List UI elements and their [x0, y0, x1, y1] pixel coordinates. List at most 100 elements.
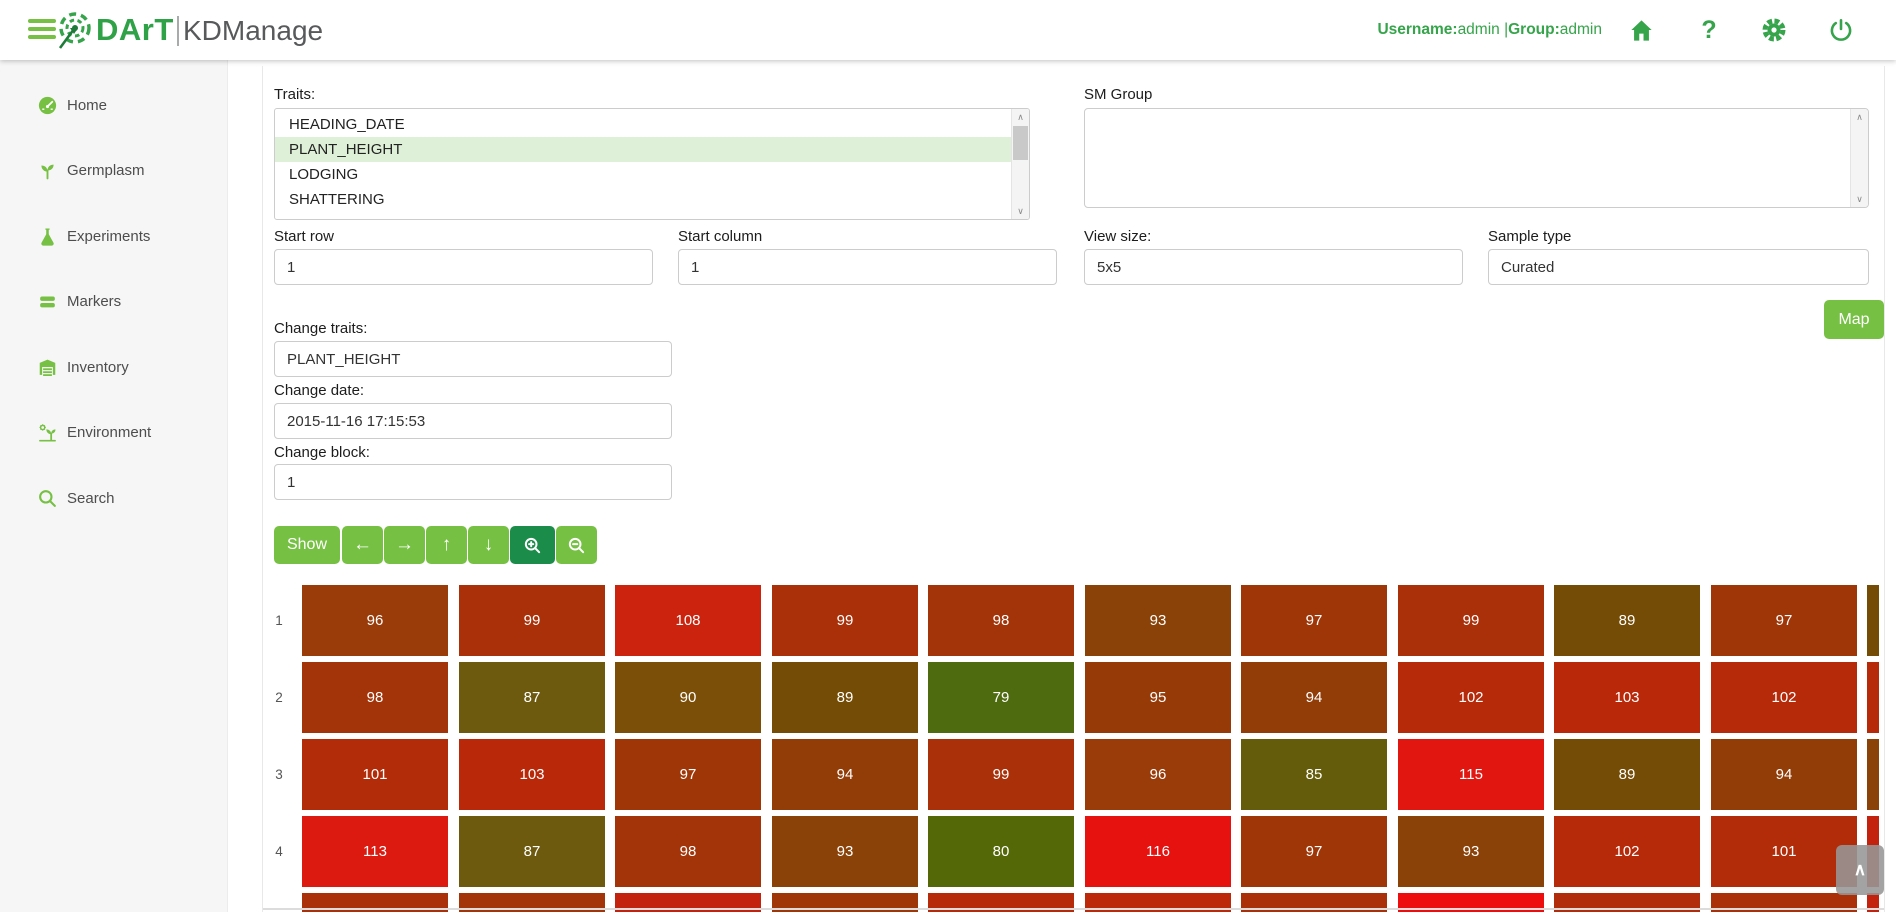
scroll-up-icon[interactable]: ∧	[1012, 109, 1029, 125]
pan-left-button[interactable]: ←	[342, 526, 383, 564]
scroll-down-icon[interactable]: ∨	[1012, 203, 1029, 219]
heatmap-cell[interactable]: 116	[1085, 816, 1231, 887]
environment-icon	[36, 422, 58, 444]
change-date-input[interactable]	[274, 403, 672, 439]
sidebar-item-markers[interactable]: Markers	[0, 285, 227, 319]
hamburger-menu-icon[interactable]	[28, 19, 56, 41]
traits-option[interactable]: LODGING	[275, 162, 1012, 187]
heatmap-cell[interactable]: 96	[302, 585, 448, 656]
heatmap-cell[interactable]: 108	[615, 585, 761, 656]
username-label: Username:	[1377, 21, 1457, 38]
heatmap-cell[interactable]: 115	[1398, 739, 1544, 810]
heatmap-cell[interactable]: 98	[928, 585, 1074, 656]
brand-dart: DArT	[96, 12, 174, 48]
sample-type-input[interactable]	[1488, 249, 1869, 285]
heatmap-cell[interactable]: 99	[459, 585, 605, 656]
heatmap-cell[interactable]: 97	[615, 739, 761, 810]
heatmap-cell[interactable]: 89	[772, 662, 918, 733]
traits-option[interactable]: SHATTERING	[275, 187, 1012, 212]
pan-down-button[interactable]: ↓	[468, 526, 509, 564]
heatmap-cell[interactable]: 87	[459, 662, 605, 733]
heatmap-cell[interactable]: 97	[1241, 585, 1387, 656]
sidebar-item-experiments[interactable]: Experiments	[0, 219, 227, 253]
sidebar-item-search[interactable]: Search	[0, 481, 227, 515]
heatmap-cell[interactable]: 87	[459, 816, 605, 887]
heatmap-cell[interactable]: 99	[928, 739, 1074, 810]
brand-app-title: KDManage	[183, 15, 323, 47]
heatmap-cell[interactable]: 98	[302, 662, 448, 733]
kdmanage-app: DArT KDManage Username:admin |Group:admi…	[0, 0, 1896, 912]
heatmap-cell[interactable]: 95	[1085, 662, 1231, 733]
panel-left-border	[262, 66, 263, 912]
heatmap-cell[interactable]: 79	[928, 662, 1074, 733]
gear-icon[interactable]	[1758, 14, 1790, 46]
zoom-in-button[interactable]	[510, 526, 555, 564]
change-traits-label: Change traits:	[274, 320, 367, 337]
heatmap-cell[interactable]: 90	[615, 662, 761, 733]
heatmap-cell[interactable]: 93	[1085, 585, 1231, 656]
sm-group-scrollbar[interactable]: ∧ ∨	[1850, 109, 1868, 207]
heatmap-cell[interactable]: 89	[1554, 739, 1700, 810]
show-button[interactable]: Show	[274, 526, 340, 564]
pan-right-button[interactable]: →	[384, 526, 425, 564]
heatmap-cell[interactable]: 103	[459, 739, 605, 810]
home-icon[interactable]	[1625, 14, 1657, 46]
grid-row-label: 1	[264, 585, 294, 656]
grid-row-label: 2	[264, 662, 294, 733]
start-row-input[interactable]	[274, 249, 653, 285]
start-column-input[interactable]	[678, 249, 1057, 285]
scroll-up-icon[interactable]: ∧	[1851, 109, 1868, 125]
heatmap-cell[interactable]: 94	[1711, 739, 1857, 810]
top-navbar: DArT KDManage Username:admin |Group:admi…	[0, 0, 1896, 60]
grid-row-label: 3	[264, 739, 294, 810]
power-icon[interactable]	[1825, 14, 1857, 46]
zoom-out-button[interactable]	[556, 526, 597, 564]
heatmap-cell[interactable]: 99	[772, 585, 918, 656]
change-traits-input[interactable]	[274, 341, 672, 377]
heatmap-cell[interactable]: 103	[1554, 662, 1700, 733]
heatmap-cell[interactable]: 97	[1241, 816, 1387, 887]
heatmap-cell[interactable]: 102	[1711, 662, 1857, 733]
heatmap-cell[interactable]: 85	[1241, 739, 1387, 810]
scrollbar-thumb[interactable]	[1013, 126, 1028, 160]
heatmap-cell[interactable]: 96	[1085, 739, 1231, 810]
traits-option[interactable]: HEADING_DATE	[275, 112, 1012, 137]
traits-listbox[interactable]: HEADING_DATEPLANT_HEIGHTLODGINGSHATTERIN…	[274, 108, 1030, 220]
traits-scrollbar[interactable]: ∧ ∨	[1011, 109, 1029, 219]
heatmap-cell[interactable]: 97	[1711, 585, 1857, 656]
sidebar-item-home[interactable]: Home	[0, 88, 227, 122]
heatmap-cell[interactable]: 80	[928, 816, 1074, 887]
search-icon	[36, 487, 58, 509]
heatmap-cell[interactable]: 102	[1398, 662, 1544, 733]
heatmap-cell[interactable]: 94	[772, 739, 918, 810]
sidebar-item-inventory[interactable]: Inventory	[0, 350, 227, 384]
map-button[interactable]: Map	[1824, 300, 1884, 339]
sidebar-item-environment[interactable]: Environment	[0, 416, 227, 450]
traits-label: Traits:	[274, 86, 315, 103]
heatmap-cell[interactable]: 99	[1398, 585, 1544, 656]
heatmap-cell[interactable]: 101	[302, 739, 448, 810]
traits-option[interactable]: PLANT_HEIGHT	[275, 137, 1012, 162]
markers-icon	[36, 291, 58, 313]
heatmap-cell[interactable]: 98	[615, 816, 761, 887]
start-row-label: Start row	[274, 228, 334, 245]
scroll-down-icon[interactable]: ∨	[1851, 191, 1868, 207]
sidebar-item-germplasm[interactable]: Germplasm	[0, 154, 227, 188]
heatmap-cell[interactable]: 94	[1241, 662, 1387, 733]
view-size-input[interactable]	[1084, 249, 1463, 285]
horizontal-scrollbar[interactable]	[263, 908, 1884, 910]
pan-up-button[interactable]: ↑	[426, 526, 467, 564]
sidebar-item-label: Markers	[67, 293, 121, 310]
heatmap-cell[interactable]: 89	[1554, 585, 1700, 656]
heatmap-cell[interactable]: 102	[1554, 816, 1700, 887]
help-icon[interactable]: ?	[1693, 14, 1725, 46]
back-to-top-button[interactable]: ∧	[1836, 845, 1884, 895]
heatmap-cell[interactable]: 113	[302, 816, 448, 887]
sidebar-item-label: Inventory	[67, 359, 129, 376]
sm-group-listbox[interactable]: ∧ ∨	[1084, 108, 1869, 208]
heatmap-cell[interactable]: 93	[1398, 816, 1544, 887]
heatmap-cell[interactable]: 93	[772, 816, 918, 887]
sidebar-item-label: Search	[67, 490, 115, 507]
change-block-input[interactable]	[274, 464, 672, 500]
dashboard-icon	[36, 94, 58, 116]
